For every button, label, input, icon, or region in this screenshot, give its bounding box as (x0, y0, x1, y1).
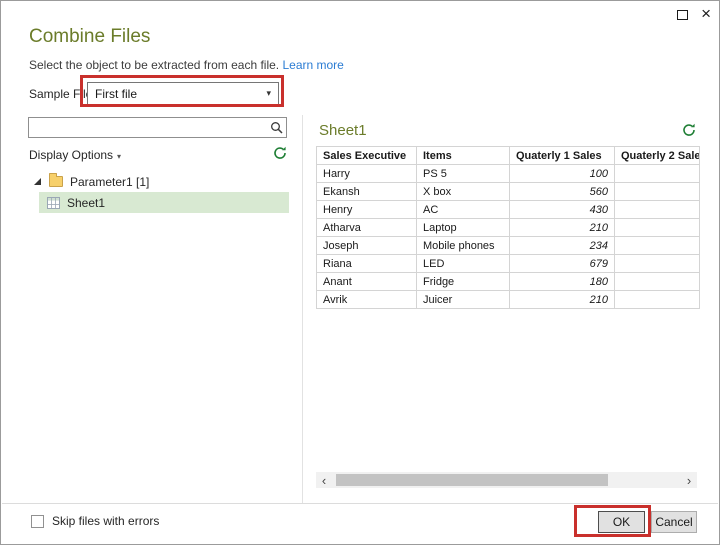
ok-button[interactable]: OK (598, 511, 645, 533)
table-cell: Laptop (416, 218, 510, 237)
table-cell: 560 (509, 182, 615, 201)
table-cell (614, 254, 700, 273)
chevron-down-icon: ▾ (266, 88, 271, 98)
table-cell: 210 (509, 218, 615, 237)
footer-divider (2, 503, 718, 504)
table-cell (614, 272, 700, 291)
table-cell (614, 182, 700, 201)
table-cell: PS 5 (416, 164, 510, 183)
table-row: Riana LED 679 (316, 254, 700, 273)
table-row: Anant Fridge 180 (316, 272, 700, 291)
tree-item-sheet1[interactable]: Sheet1 (39, 192, 289, 213)
cancel-button[interactable]: Cancel (651, 511, 697, 533)
column-header: Items (416, 146, 510, 165)
sample-file-value: First file (95, 86, 137, 101)
sample-file-dropdown[interactable]: First file ▾ (87, 82, 279, 105)
table-cell: 210 (509, 290, 615, 309)
table-cell (614, 290, 700, 309)
table-cell: 100 (509, 164, 615, 183)
expand-triangle-icon[interactable] (34, 178, 41, 185)
table-cell: 180 (509, 272, 615, 291)
navigator-tree: Parameter1 [1] Sheet1 (29, 171, 289, 213)
dialog-subtitle: Select the object to be extracted from e… (29, 58, 344, 72)
table-row: Joseph Mobile phones 234 (316, 236, 700, 255)
table-cell: LED (416, 254, 510, 273)
table-cell: Juicer (416, 290, 510, 309)
table-cell: Joseph (316, 236, 417, 255)
preview-title: Sheet1 (319, 122, 367, 139)
pane-divider (302, 115, 303, 503)
preview-table-head: Sales Executive Items Quaterly 1 Sales Quat… (316, 146, 700, 165)
search-input[interactable] (29, 118, 266, 137)
display-options-dropdown[interactable]: Display Options ▾ (29, 148, 121, 162)
column-header: Quaterly 1 Sales (509, 146, 615, 165)
table-cell: 234 (509, 236, 615, 255)
preview-table: Sales Executive Items Quaterly 1 Sales Quat… (316, 146, 700, 309)
skip-files-option: Skip files with errors (31, 514, 159, 528)
sheet-icon (47, 196, 60, 209)
table-cell (614, 164, 700, 183)
table-cell (614, 236, 700, 255)
table-cell: Henry (316, 200, 417, 219)
dialog-title: Combine Files (29, 26, 151, 47)
skip-files-label: Skip files with errors (52, 514, 160, 528)
tree-item-label: Sheet1 (67, 195, 106, 210)
table-cell: 679 (509, 254, 615, 273)
table-row: Henry AC 430 (316, 200, 700, 219)
tree-item-label: Parameter1 [1] (70, 174, 150, 189)
preview-table-body: Harry PS 5 100 Ekansh X box 560 Henry AC 430 Atha… (316, 164, 700, 309)
close-icon[interactable]: × (701, 5, 711, 22)
skip-files-checkbox[interactable] (31, 514, 44, 528)
table-cell (614, 218, 700, 237)
table-cell: Anant (316, 272, 417, 291)
table-cell: 430 (509, 200, 615, 219)
table-cell: AC (416, 200, 510, 219)
table-row: Atharva Laptop 210 (316, 218, 700, 237)
horizontal-scrollbar[interactable]: ‹ › (316, 472, 697, 488)
table-cell: Atharva (316, 218, 417, 237)
sample-file-label: Sample File: (29, 87, 96, 101)
search-box (28, 117, 287, 138)
scrollbar-thumb[interactable] (336, 474, 608, 486)
table-row: Avrik Juicer 210 (316, 290, 700, 309)
table-cell: Fridge (416, 272, 510, 291)
table-cell: Harry (316, 164, 417, 183)
scroll-left-icon[interactable]: ‹ (316, 473, 332, 488)
table-row: Ekansh X box 560 (316, 182, 700, 201)
tree-item-parameter1[interactable]: Parameter1 [1] (29, 171, 289, 192)
table-cell (614, 200, 700, 219)
column-header: Sales Executive (316, 146, 417, 165)
refresh-list-icon[interactable] (273, 146, 287, 165)
subtitle-text: Select the object to be extracted from e… (29, 58, 280, 72)
table-cell: Riana (316, 254, 417, 273)
table-cell: Avrik (316, 290, 417, 309)
chevron-down-icon: ▾ (117, 152, 122, 161)
display-options-label: Display Options (29, 148, 114, 162)
folder-icon (49, 173, 63, 187)
column-header: Quaterly 2 Sales (614, 146, 700, 165)
table-cell: X box (416, 182, 510, 201)
combine-files-dialog: × Combine Files Select the object to be … (0, 0, 720, 545)
table-cell: Mobile phones (416, 236, 510, 255)
window-controls: × (677, 5, 711, 22)
table-cell: Ekansh (316, 182, 417, 201)
refresh-preview-icon[interactable] (682, 123, 696, 142)
scroll-right-icon[interactable]: › (681, 473, 697, 488)
restore-icon[interactable] (677, 10, 689, 20)
learn-more-link[interactable]: Learn more (282, 58, 343, 72)
table-row: Harry PS 5 100 (316, 164, 700, 183)
search-icon[interactable] (266, 121, 286, 134)
